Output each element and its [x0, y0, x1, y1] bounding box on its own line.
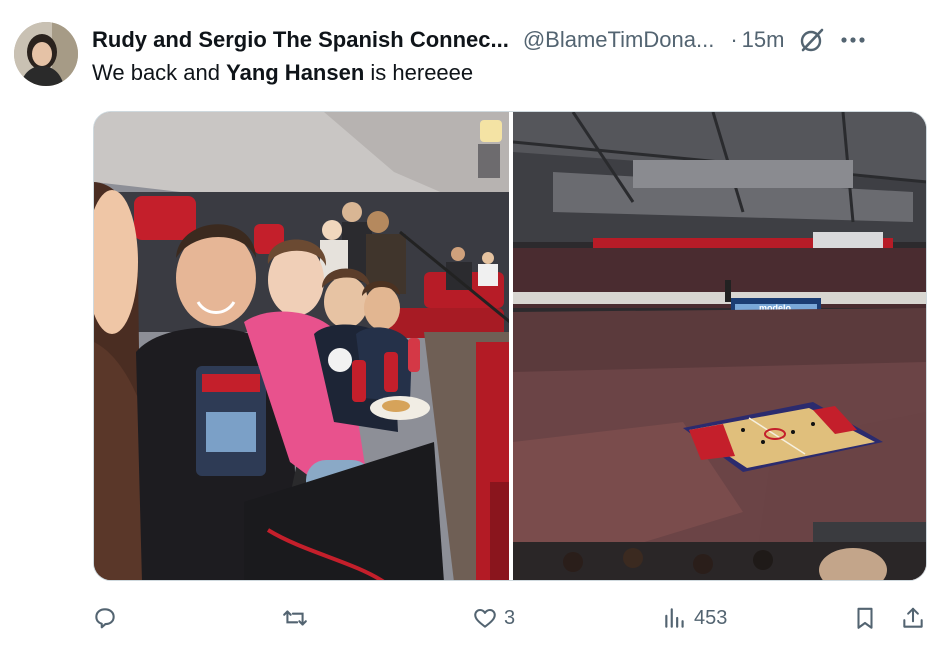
tweet[interactable]: Rudy and Sergio The Spanish Connec... @B… — [0, 0, 940, 652]
avatar-image — [14, 22, 78, 86]
separator-dot: · — [730, 27, 738, 52]
like-icon — [474, 608, 496, 628]
views-icon — [665, 608, 684, 628]
retweet-button[interactable] — [282, 600, 314, 636]
reply-button[interactable] — [92, 600, 124, 636]
like-count: 3 — [504, 606, 516, 629]
bookmark-icon — [857, 607, 873, 629]
retweet-icon — [283, 610, 307, 626]
media-grid: modelo — [93, 111, 927, 581]
bookmark-button[interactable] — [852, 600, 878, 636]
avatar[interactable] — [14, 22, 78, 86]
photo-selfie[interactable] — [94, 112, 509, 580]
reply-icon — [95, 608, 115, 629]
views-count: 453 — [694, 606, 728, 629]
tweet-text-mention: Yang Hansen — [226, 60, 365, 85]
like-button[interactable]: 3 — [472, 600, 515, 636]
tweet-text: We back and Yang Hansen is hereeee — [92, 60, 473, 86]
tweet-header: Rudy and Sergio The Spanish Connec... @B… — [92, 26, 922, 54]
user-handle[interactable]: @BlameTimDona... — [523, 27, 714, 53]
tweet-text-end: is hereeee — [364, 60, 474, 85]
action-bar: 3 453 — [92, 600, 932, 636]
photo-arena[interactable]: modelo — [513, 112, 926, 580]
share-button[interactable] — [900, 600, 926, 636]
more-icon[interactable] — [840, 27, 866, 53]
views-button[interactable]: 453 — [662, 600, 727, 636]
display-name[interactable]: Rudy and Sergio The Spanish Connec... — [92, 27, 509, 53]
timestamp[interactable]: 15m — [742, 27, 785, 53]
share-icon — [903, 607, 923, 628]
tweet-text-start: We back and — [92, 60, 227, 85]
grok-icon[interactable] — [798, 26, 826, 54]
